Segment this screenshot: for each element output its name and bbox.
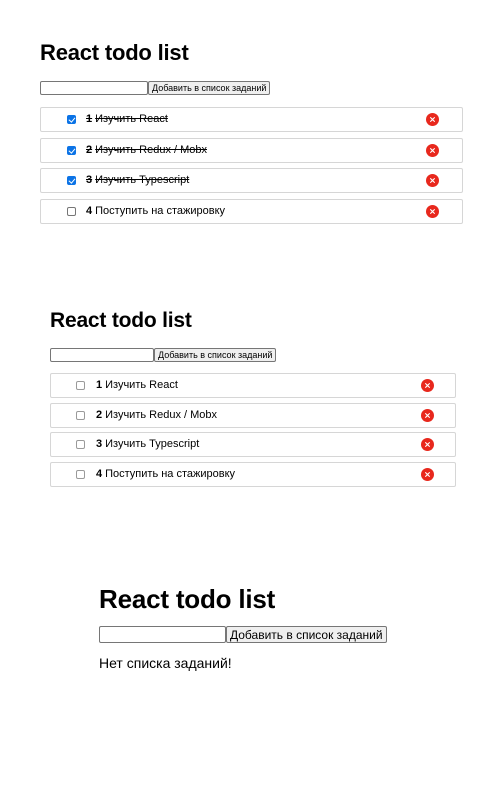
task-input[interactable] xyxy=(99,626,226,643)
task-input[interactable] xyxy=(50,348,154,362)
todo-item[interactable]: 3 Изучить Typescript xyxy=(40,168,463,193)
page-title: React todo list xyxy=(50,309,192,332)
todo-number: 3 xyxy=(86,174,93,186)
checkbox-icon[interactable] xyxy=(76,381,85,390)
todo-number: 1 xyxy=(86,113,93,125)
todo-label: 1 Изучить React xyxy=(96,379,178,392)
page-title: React todo list xyxy=(99,584,276,614)
todo-label: 2 Изучить Redux / Mobx xyxy=(86,144,207,157)
todo-app-empty: React todo list Добавить в список задани… xyxy=(99,583,399,672)
todo-number: 4 xyxy=(96,467,103,480)
empty-list-message: Нет списка заданий! xyxy=(99,655,232,671)
todo-text: Изучить React xyxy=(105,379,178,391)
add-task-button[interactable]: Добавить в список заданий xyxy=(154,348,277,362)
delete-x-icon[interactable] xyxy=(426,143,439,157)
todo-label: 4 Поступить на стажировку xyxy=(86,205,225,218)
delete-x-icon[interactable] xyxy=(421,379,434,392)
delete-x-icon[interactable] xyxy=(426,113,439,126)
todo-number: 4 xyxy=(86,204,93,217)
todo-item[interactable]: 2 Изучить Redux / Mobx xyxy=(40,137,463,163)
todo-app-completed: React todo list Добавить в список задани… xyxy=(40,40,463,229)
delete-x-icon[interactable] xyxy=(426,174,439,187)
page-title: React todo list xyxy=(40,40,189,65)
checkbox-checked-icon[interactable] xyxy=(67,176,76,185)
todo-label: 3 Изучить Typescript xyxy=(96,438,199,451)
todo-label: 3 Изучить Typescript xyxy=(86,174,189,187)
todo-item[interactable]: 4 Поступить на стажировку xyxy=(50,461,456,487)
checkbox-icon[interactable] xyxy=(67,206,76,216)
todo-text: Изучить Typescript xyxy=(105,438,200,450)
delete-x-icon[interactable] xyxy=(421,467,434,481)
delete-x-icon[interactable] xyxy=(421,438,434,451)
todo-label: 4 Поступить на стажировку xyxy=(96,468,235,481)
todo-text: Изучить Redux / Mobx xyxy=(95,143,208,156)
todo-item[interactable]: 1 Изучить React xyxy=(50,373,456,398)
add-task-form: Добавить в список заданий xyxy=(40,81,463,95)
todo-number: 3 xyxy=(96,438,103,450)
todo-text: Поступить на стажировку xyxy=(95,204,226,217)
todo-number: 1 xyxy=(96,379,103,391)
todo-item[interactable]: 3 Изучить Typescript xyxy=(50,432,456,457)
todo-text: Изучить Redux / Mobx xyxy=(105,408,218,421)
add-task-form: Добавить в список заданий xyxy=(50,348,456,362)
todo-number: 2 xyxy=(96,408,103,421)
checkbox-icon[interactable] xyxy=(76,469,85,479)
task-input[interactable] xyxy=(40,81,148,95)
checkbox-checked-icon[interactable] xyxy=(67,115,76,124)
delete-x-icon[interactable] xyxy=(421,408,434,422)
checkbox-checked-icon[interactable] xyxy=(67,145,76,155)
todo-label: 1 Изучить React xyxy=(86,113,168,126)
todo-label: 2 Изучить Redux / Mobx xyxy=(96,409,217,422)
todo-text: Изучить Typescript xyxy=(95,174,190,186)
todo-item[interactable]: 1 Изучить React xyxy=(40,107,463,132)
todo-item[interactable]: 4 Поступить на стажировку xyxy=(40,198,463,224)
todo-list: 1 Изучить React 2 Изучить Redux / Mobx 3 Из… xyxy=(40,107,463,224)
todo-number: 2 xyxy=(86,143,93,156)
checkbox-icon[interactable] xyxy=(76,440,85,449)
todo-list: 1 Изучить React 2 Изучить Redux / Mobx 3 Из… xyxy=(50,373,456,487)
add-task-button[interactable]: Добавить в список заданий xyxy=(226,626,387,643)
todo-text: Изучить React xyxy=(95,113,168,125)
checkbox-icon[interactable] xyxy=(76,410,85,420)
delete-x-icon[interactable] xyxy=(426,204,439,218)
add-task-form: Добавить в список заданий xyxy=(99,626,399,643)
todo-app-pending: React todo list Добавить в список задани… xyxy=(50,308,456,491)
todo-text: Поступить на стажировку xyxy=(105,467,236,480)
todo-item[interactable]: 2 Изучить Redux / Mobx xyxy=(50,402,456,428)
add-task-button[interactable]: Добавить в список заданий xyxy=(148,81,271,95)
